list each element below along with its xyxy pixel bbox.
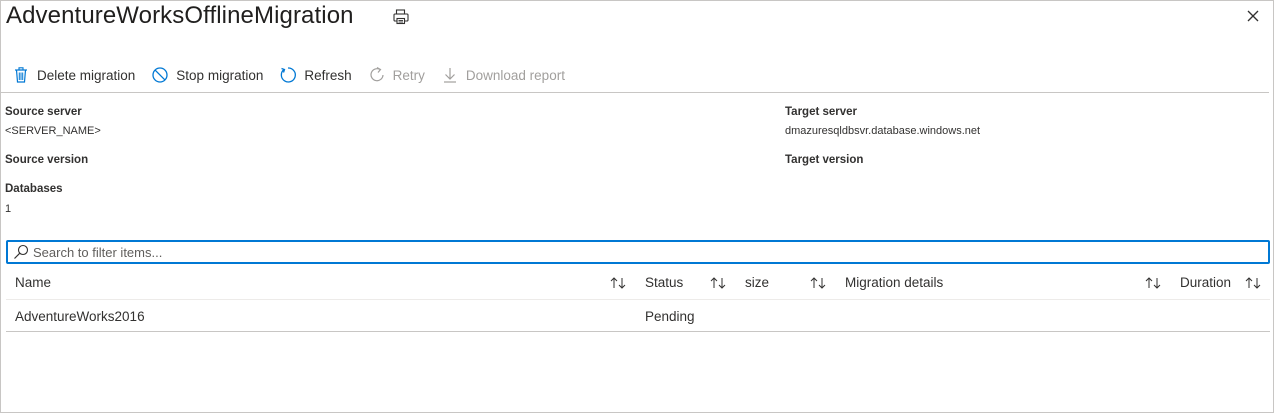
databases-label: Databases	[5, 183, 63, 195]
search-icon	[14, 244, 29, 259]
retry-label: Retry	[392, 67, 425, 83]
column-header-duration[interactable]: Duration	[1180, 275, 1231, 290]
refresh-button[interactable]: Refresh	[279, 66, 352, 84]
target-server-label: Target server	[785, 106, 858, 118]
page-title: AdventureWorksOfflineMigration	[6, 2, 354, 29]
download-report-label: Download report	[465, 67, 565, 83]
refresh-icon	[281, 67, 297, 83]
delete-migration-label: Delete migration	[37, 67, 136, 83]
download-icon	[443, 68, 456, 83]
search-input[interactable]	[33, 244, 1233, 260]
retry-icon	[370, 66, 384, 82]
delete-migration-button[interactable]: Delete migration	[12, 66, 135, 84]
target-server-value: dmazuresqldbsvr.database.windows.net	[785, 125, 981, 137]
stop-migration-label: Stop migration	[176, 67, 264, 83]
row-divider	[6, 331, 1270, 332]
column-header-size[interactable]: size	[745, 275, 769, 290]
target-version-label: Target version	[785, 154, 864, 166]
download-report-button[interactable]: Download report	[441, 66, 565, 84]
cell-name[interactable]: AdventureWorks2016	[15, 309, 145, 324]
source-version-label: Source version	[5, 154, 89, 166]
retry-button[interactable]: Retry	[368, 66, 425, 84]
trash-icon	[15, 67, 27, 83]
source-server-value: <SERVER_NAME>	[5, 125, 101, 137]
refresh-label: Refresh	[304, 67, 352, 83]
header-divider	[6, 299, 1270, 300]
sort-icon[interactable]	[809, 276, 827, 290]
sort-icon[interactable]	[709, 276, 727, 290]
blade-frame	[0, 0, 1274, 413]
stop-icon	[152, 67, 168, 83]
sort-icon[interactable]	[609, 276, 627, 290]
databases-value: 1	[5, 203, 12, 215]
command-bar: Delete migration Stop migration Refresh …	[12, 64, 581, 86]
cell-status: Pending	[645, 309, 695, 324]
stop-migration-button[interactable]: Stop migration	[151, 66, 263, 84]
print-icon[interactable]	[392, 8, 410, 26]
close-icon[interactable]	[1245, 8, 1261, 24]
sort-icon[interactable]	[1244, 276, 1262, 290]
column-header-status[interactable]: Status	[645, 275, 683, 290]
sort-icon[interactable]	[1144, 276, 1162, 290]
search-box	[6, 240, 1270, 264]
column-header-migration-details[interactable]: Migration details	[845, 275, 943, 290]
column-header-name[interactable]: Name	[15, 275, 51, 290]
toolbar-divider	[1, 92, 1269, 93]
source-server-label: Source server	[5, 106, 82, 118]
